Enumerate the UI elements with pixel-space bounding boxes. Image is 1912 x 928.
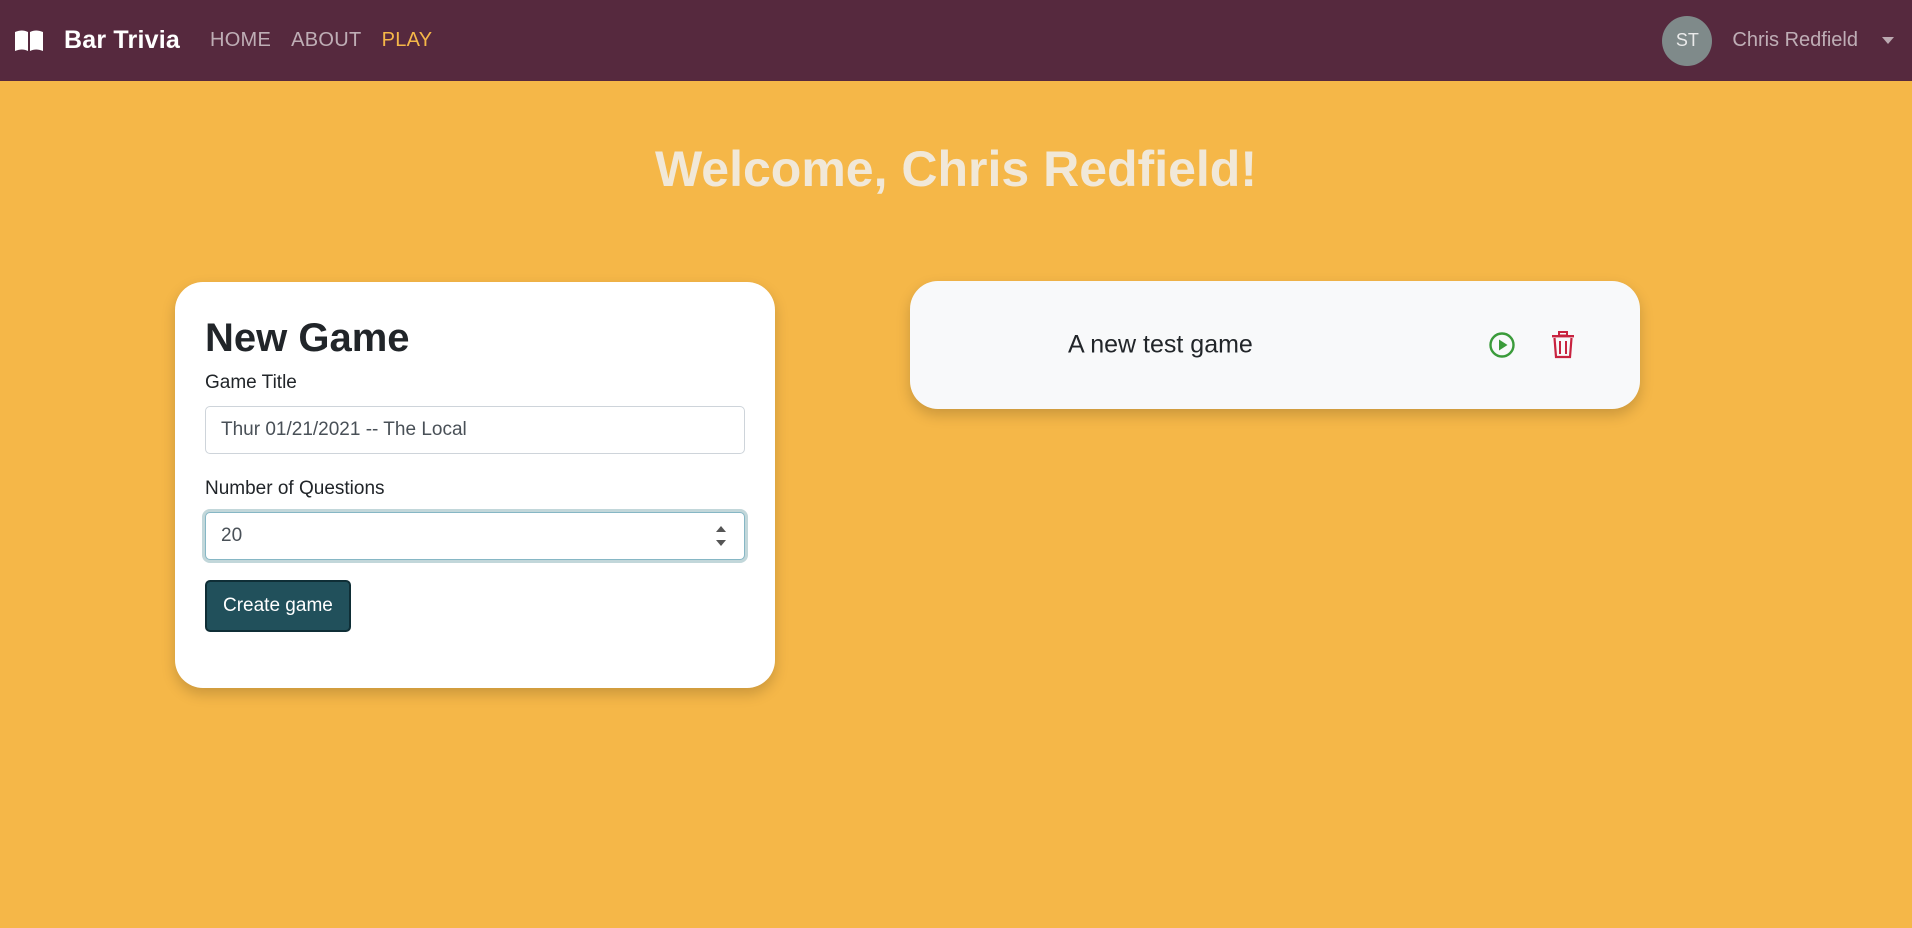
nav-link-play[interactable]: PLAY [382,29,433,52]
number-stepper[interactable] [713,523,729,549]
num-questions-wrapper [205,512,745,560]
user-name[interactable]: Chris Redfield [1732,29,1858,52]
avatar[interactable]: ST [1662,15,1713,66]
nav-links: HOME ABOUT PLAY [210,29,452,52]
game-title: A new test game [1068,330,1253,359]
num-questions-input[interactable] [205,512,745,560]
stepper-down-icon[interactable] [716,540,726,546]
new-game-title: New Game [205,316,410,360]
stepper-up-icon[interactable] [716,526,726,532]
nav-link-about[interactable]: ABOUT [291,29,361,52]
caret-down-icon[interactable] [1882,37,1894,44]
game-list-item: A new test game [910,281,1640,409]
user-menu: ST Chris Redfield [1662,0,1912,81]
game-title-label: Game Title [205,372,297,393]
nav-link-home[interactable]: HOME [210,29,271,52]
play-circle-icon[interactable] [1488,331,1516,359]
welcome-heading: Welcome, Chris Redfield! [655,141,1257,197]
new-game-card: New Game Game Title Number of Questions … [175,282,775,688]
trash-icon[interactable] [1551,331,1575,359]
game-title-input[interactable] [205,406,745,454]
create-game-button[interactable]: Create game [205,580,351,632]
num-questions-label: Number of Questions [205,478,385,499]
brand-name: Bar Trivia [64,26,180,54]
book-open-icon [15,30,43,51]
brand-link[interactable]: Bar Trivia [14,26,180,55]
navbar: Bar Trivia HOME ABOUT PLAY ST Chris Redf… [0,0,1912,81]
